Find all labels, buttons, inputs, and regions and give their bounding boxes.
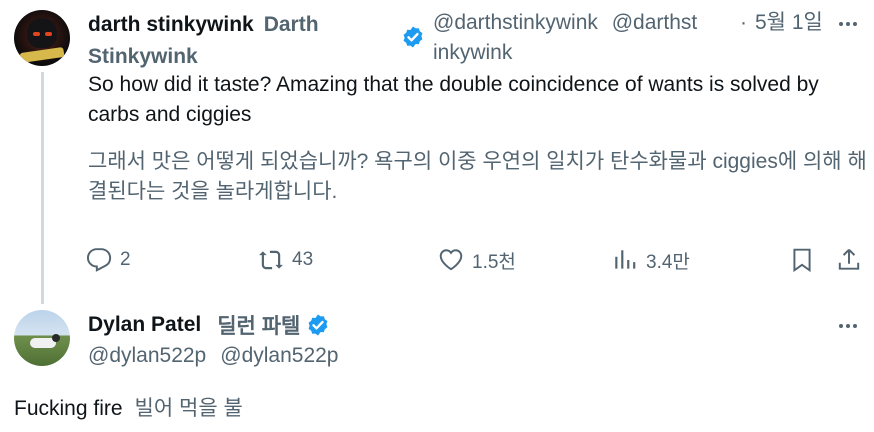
- reply-count: 2: [120, 249, 131, 270]
- author-handle-alt: @darthst: [611, 11, 698, 34]
- avatar-eye-right: [45, 32, 52, 36]
- view-count: 3.4만: [646, 251, 690, 273]
- avatar-helmet-shape: [27, 18, 57, 48]
- like-count: 1.5천: [472, 251, 516, 273]
- reply-icon: [86, 248, 112, 272]
- reply-button[interactable]: 2: [86, 242, 131, 278]
- author-handle[interactable]: @dylan522p: [88, 344, 206, 367]
- share-button[interactable]: [836, 242, 870, 278]
- avatar[interactable]: [14, 310, 70, 366]
- author-handle[interactable]: @darthstinkywink: [433, 11, 598, 34]
- author-name-block[interactable]: darth stinkywink Darth Stinkywink: [88, 10, 398, 74]
- retweet-count: 43: [292, 249, 314, 270]
- author-name-block[interactable]: Dylan Patel 딜런 파텔: [88, 310, 330, 340]
- tweet-text: Fucking fire: [14, 397, 123, 420]
- retweet-icon: [259, 250, 283, 270]
- tweet-translation: 빌어 먹을 불: [134, 397, 243, 420]
- verified-badge-icon[interactable]: [306, 313, 330, 337]
- action-bar: 2 43 1.5천 3.4만: [0, 242, 874, 278]
- separator-dot: ·: [740, 11, 747, 34]
- author-display-name[interactable]: Dylan Patel: [88, 313, 201, 337]
- bookmark-icon: [793, 248, 811, 273]
- tweet-text-block: Fucking fire 빌어 먹을 불: [14, 394, 243, 424]
- author-alt-name: 딜런 파텔: [217, 315, 301, 338]
- author-handle-block[interactable]: @dylan522p @dylan522p: [88, 341, 339, 371]
- author-display-name[interactable]: darth stinkywink: [88, 13, 254, 36]
- author-handle-alt: @dylan522p: [220, 344, 339, 367]
- tweet-text: So how did it taste? Amazing that the do…: [88, 73, 819, 126]
- views-icon: [615, 250, 636, 269]
- avatar[interactable]: [14, 10, 70, 66]
- like-button[interactable]: 1.5천: [438, 242, 516, 278]
- avatar-head-shape: [52, 334, 60, 342]
- bookmark-button[interactable]: [789, 242, 823, 278]
- more-icon[interactable]: [836, 314, 860, 338]
- author-handle-alt-cont: inkywink: [433, 41, 513, 64]
- tweet-translation: 그래서 맛은 어떻게 되었습니까? 욕구의 이중 우연의 일치가 탄수화물과 c…: [88, 150, 867, 203]
- avatar-eye-left: [33, 32, 40, 36]
- avatar-logo-band: [19, 46, 65, 64]
- views-button[interactable]: 3.4만: [612, 242, 690, 278]
- retweet-button[interactable]: 43: [258, 242, 313, 278]
- share-icon: [838, 249, 860, 270]
- verified-badge-icon[interactable]: [401, 25, 425, 49]
- author-handle-block[interactable]: @darthstinkywink @darthst inkywink: [433, 8, 733, 68]
- like-icon: [439, 249, 463, 271]
- tweet-date[interactable]: 5월 1일: [755, 8, 823, 38]
- more-icon[interactable]: [836, 12, 860, 36]
